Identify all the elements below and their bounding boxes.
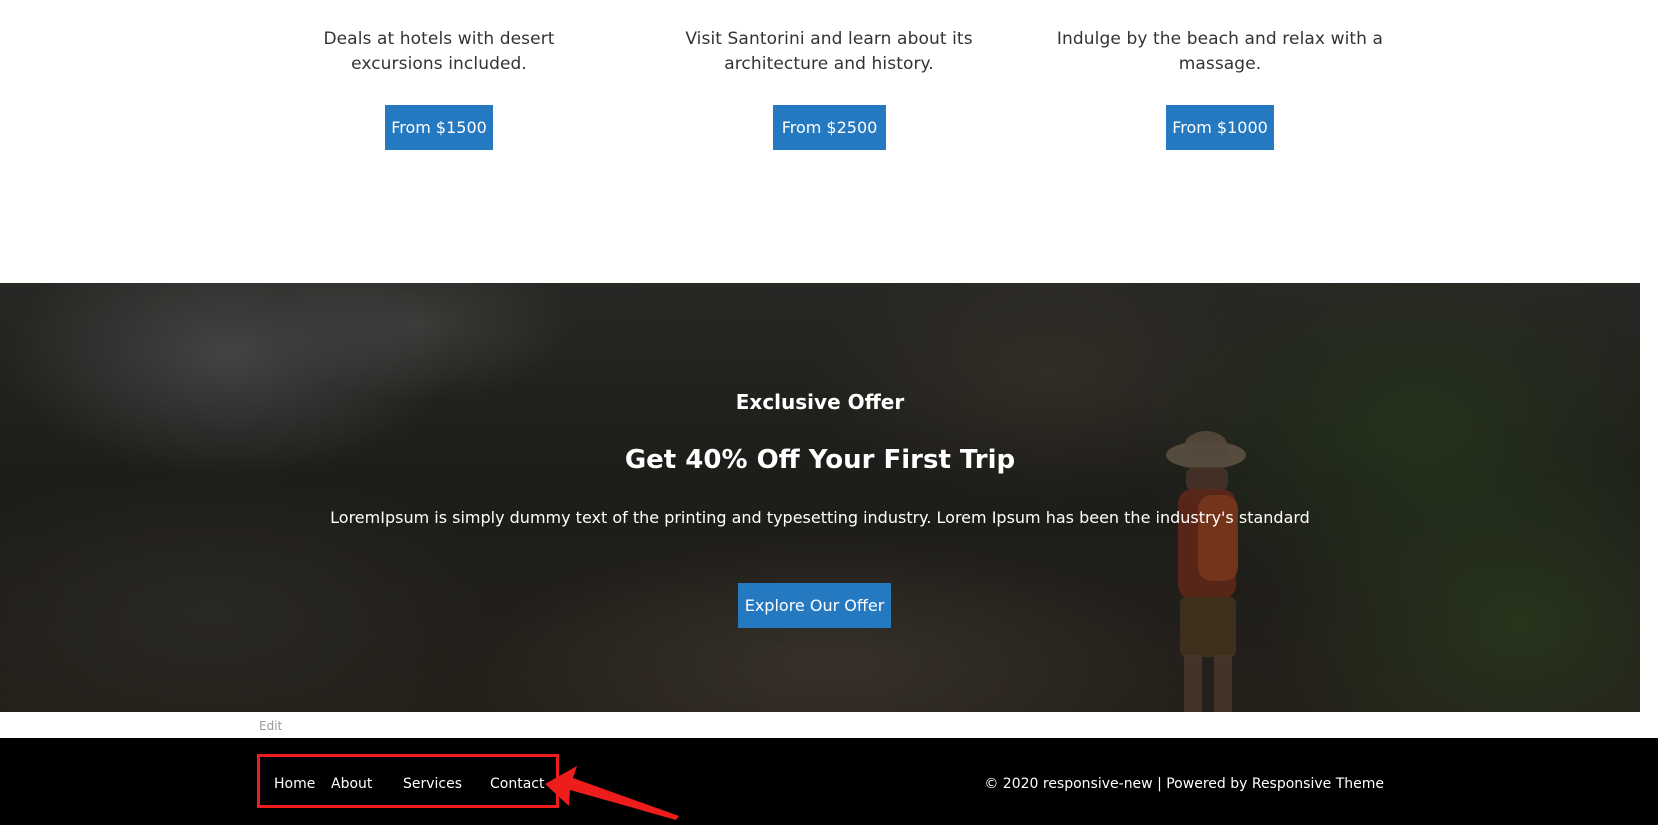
footer-nav: Home About Services Contact bbox=[0, 738, 600, 825]
site-footer: Home About Services Contact © 2020 respo… bbox=[0, 738, 1658, 825]
card-description: Visit Santorini and learn about its arch… bbox=[685, 29, 973, 74]
copyright-text: © 2020 responsive-new | Powered by Respo… bbox=[984, 774, 1384, 794]
price-button-santorini[interactable]: From $2500 bbox=[773, 105, 886, 150]
footer-nav-contact[interactable]: Contact bbox=[490, 774, 544, 794]
responsive-theme-link[interactable]: Responsive Theme bbox=[1252, 776, 1384, 792]
hero-eyebrow: Exclusive Offer bbox=[735, 390, 905, 414]
explore-offer-button[interactable]: Explore Our Offer bbox=[738, 583, 891, 628]
hero-overlay bbox=[0, 283, 1640, 712]
page: Deals at hotels with desert excursions i… bbox=[0, 0, 1658, 825]
price-button-desert[interactable]: From $1500 bbox=[385, 105, 493, 150]
footer-nav-home[interactable]: Home bbox=[274, 774, 315, 794]
copyright-prefix: © 2020 responsive-new | Powered by bbox=[984, 776, 1248, 792]
exclusive-offer-hero: Exclusive Offer Get 40% Off Your First T… bbox=[0, 283, 1640, 712]
price-button-beach[interactable]: From $1000 bbox=[1166, 105, 1274, 150]
footer-nav-services[interactable]: Services bbox=[403, 774, 462, 794]
card-description: Indulge by the beach and relax with a ma… bbox=[1056, 29, 1384, 74]
footer-nav-about[interactable]: About bbox=[331, 774, 372, 794]
hero-text: LoremIpsum is simply dummy text of the p… bbox=[330, 508, 1310, 527]
travel-cards-section: Deals at hotels with desert excursions i… bbox=[0, 0, 1640, 283]
hero-title: Get 40% Off Your First Trip bbox=[624, 445, 1016, 475]
edit-link[interactable]: Edit bbox=[259, 717, 282, 735]
card-description: Deals at hotels with desert excursions i… bbox=[323, 29, 555, 74]
